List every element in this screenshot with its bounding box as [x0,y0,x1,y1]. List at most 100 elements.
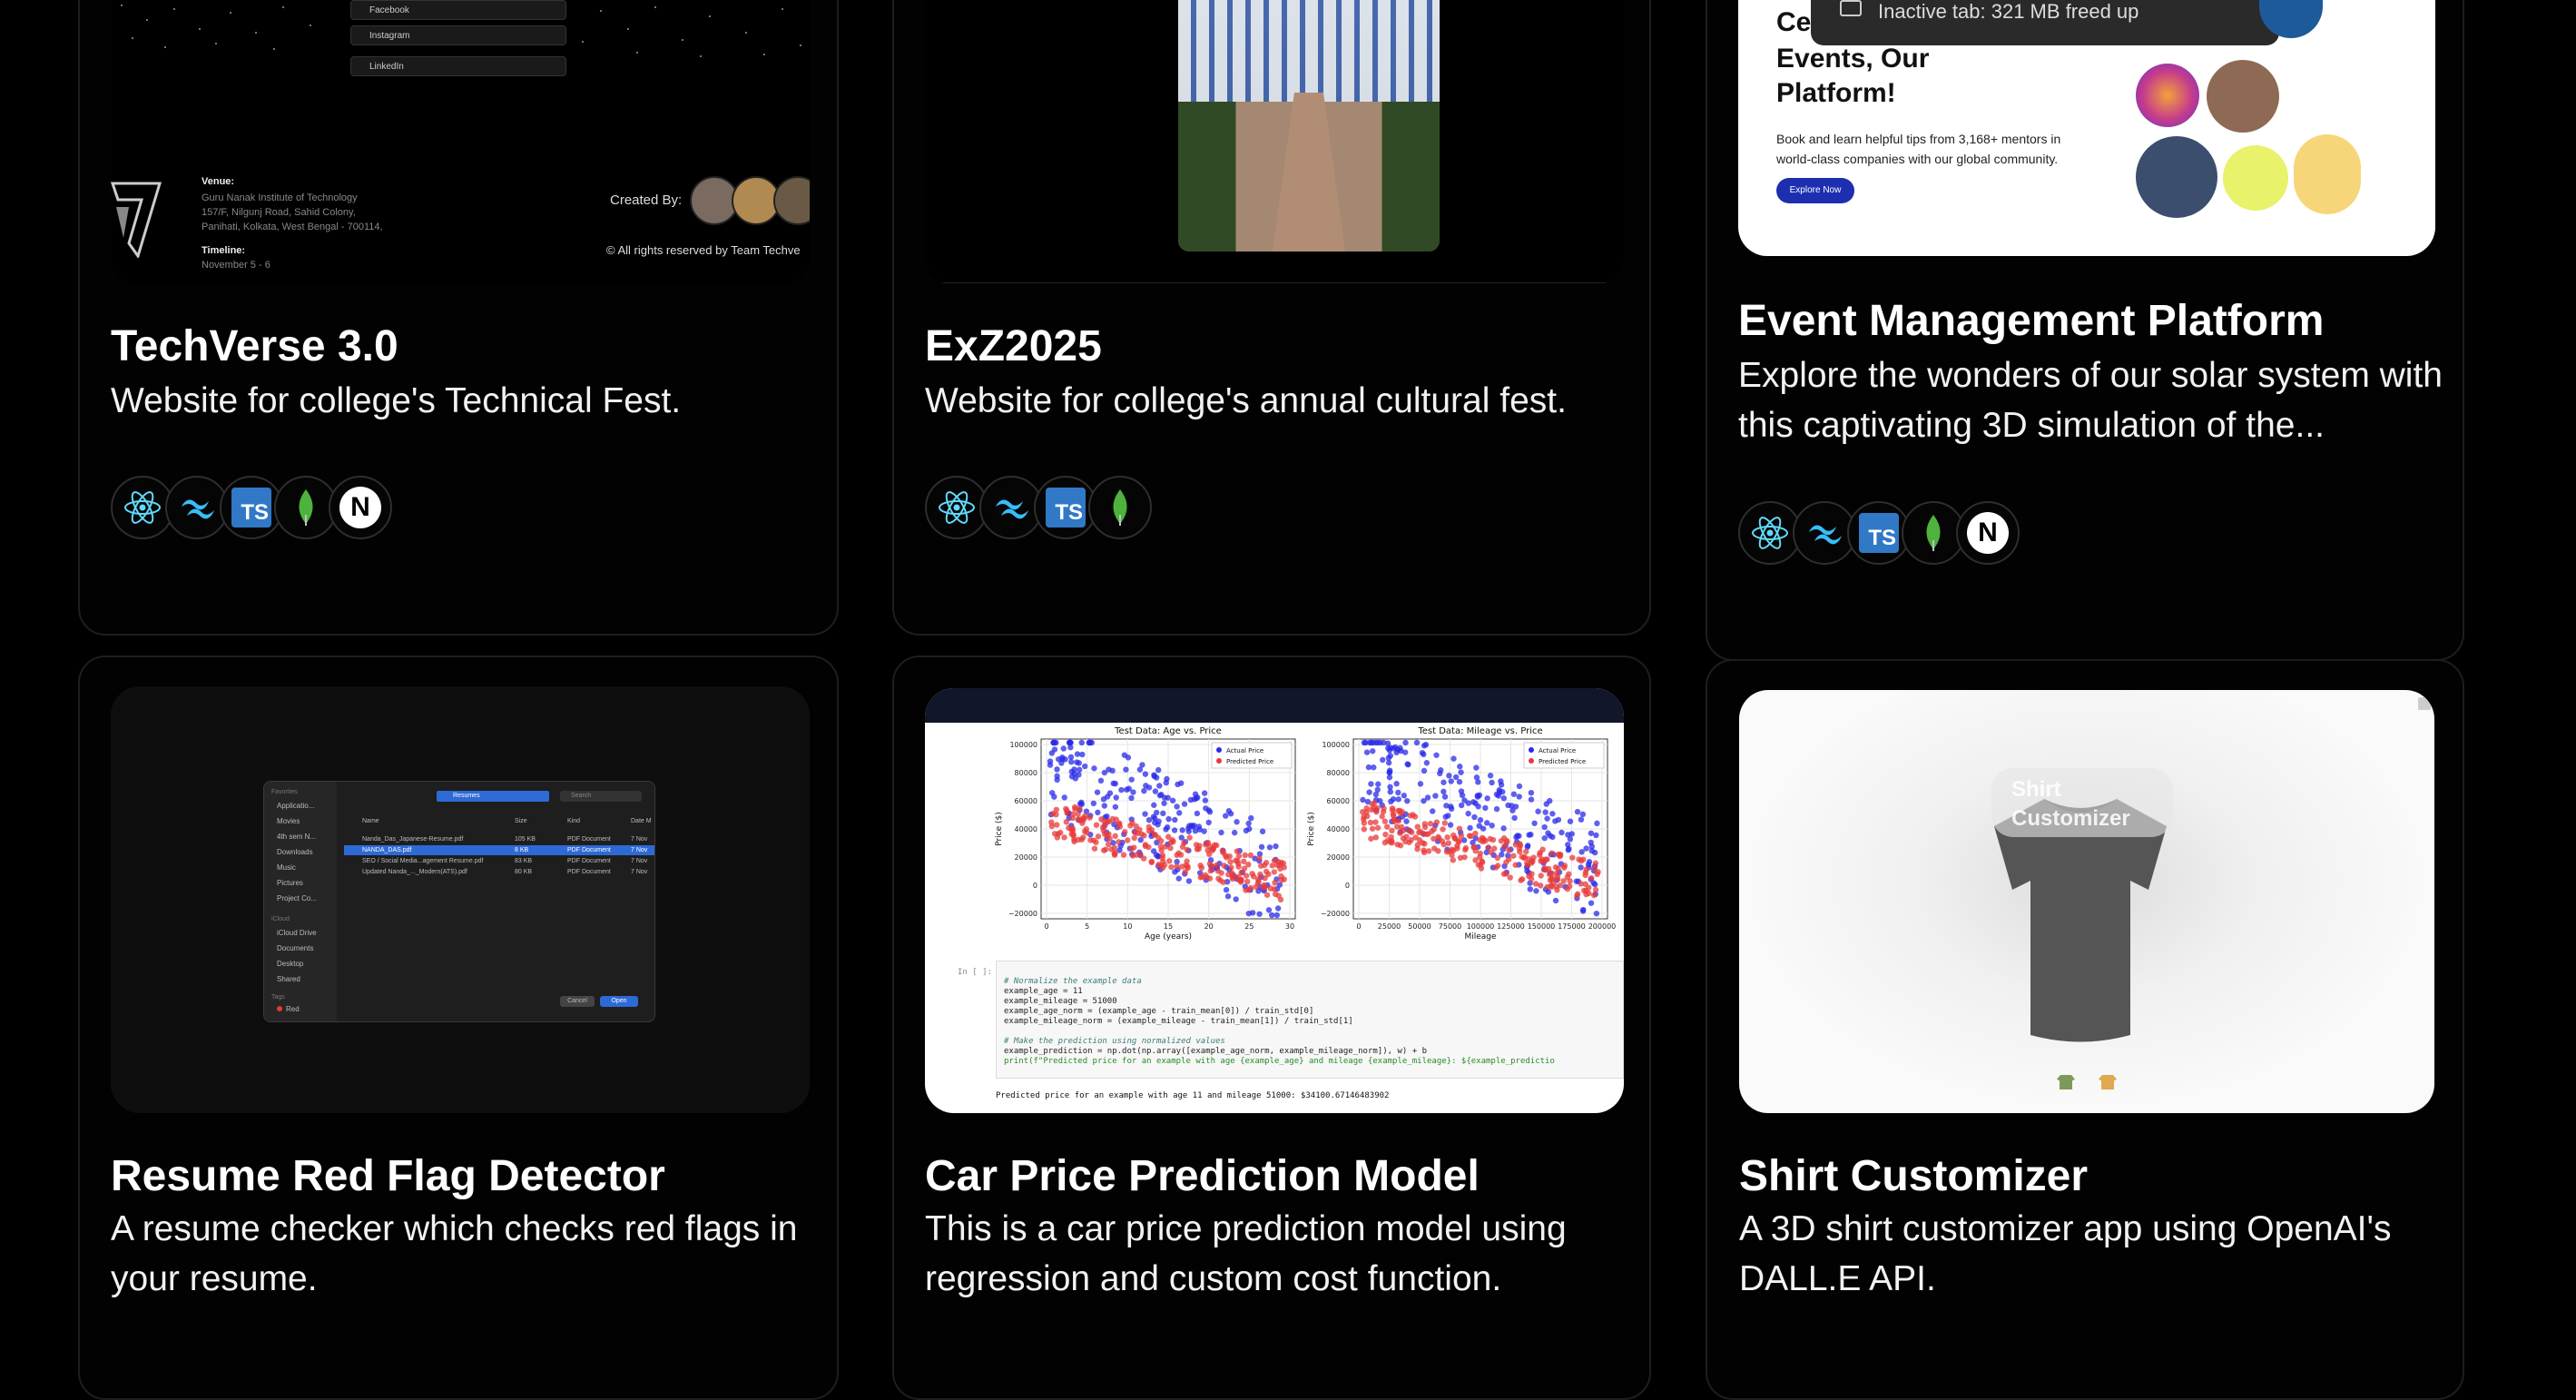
open-button[interactable]: Open [600,996,638,1007]
predicted-price-point [1594,871,1600,878]
actual-price-point [1484,795,1490,802]
actual-price-point [1362,739,1369,746]
predicted-price-point [1206,861,1214,867]
predicted-price-point [1184,846,1190,853]
actual-price-point [1273,912,1281,919]
predicted-price-point [1456,825,1463,832]
full-shirt-icon[interactable] [2099,1075,2117,1089]
x-tick-label: 150000 [1528,922,1556,931]
actual-price-point [1475,779,1481,785]
sidebar-item[interactable]: Movies [277,817,300,825]
predicted-price-point [1203,842,1209,848]
actual-price-point [1077,766,1083,773]
predicted-price-point [1536,852,1543,858]
actual-price-point [1500,795,1508,802]
actual-price-point [1393,781,1400,787]
column-header-kind[interactable]: Kind [567,818,580,824]
predicted-price-point [1086,814,1093,821]
code-cell-prompt: In [ ]: [958,968,992,977]
sidebar-item[interactable]: Documents [277,944,313,952]
actual-price-point [1565,842,1571,848]
explore-now-button[interactable]: Explore Now [1776,178,1854,203]
actual-price-point [1086,739,1093,746]
predicted-price-point [1116,823,1124,830]
legend-label-actual: Actual Price [1539,747,1576,754]
file-row[interactable]: Updated Nanda_..._Modern(ATS).pdf 80 KB PD… [344,867,654,877]
y-axis-label: Price ($) [1307,812,1316,846]
predicted-price-point [1427,821,1434,827]
corner-tab[interactable] [2418,697,2431,710]
file-row[interactable]: Nanda_Das_Japanese-Resume.pdf 105 KB PDF D… [344,834,654,844]
rights-text: © All rights reserved by Team Techve [606,243,801,257]
sidebar-item[interactable]: Project Co... [277,894,317,902]
predicted-price-point [1116,839,1122,845]
campus-photo [1178,0,1440,251]
project-card-resume-red-flag[interactable]: Favorites Applicatio... Movies 4th sem N… [78,656,839,1400]
predicted-price-point [1242,852,1248,859]
sidebar-item[interactable]: 4th sem N... [277,833,316,841]
sidebar-item[interactable]: Downloads [277,848,313,856]
predicted-price-point [1549,876,1555,882]
predicted-price-point [1271,869,1278,875]
actual-price-point [1051,746,1058,753]
x-tick-label: 30 [1285,922,1294,931]
column-header-name[interactable]: Name [362,818,379,824]
cancel-button[interactable]: Cancel [560,996,595,1007]
y-tick-label: 80000 [1015,769,1037,777]
social-link-linkedin[interactable]: LinkedIn [350,56,566,76]
predicted-price-point [1241,858,1247,864]
actual-price-point [1227,811,1234,817]
actual-price-point [1422,741,1430,748]
actual-price-point [1274,905,1282,912]
sidebar-item[interactable]: Shared [277,975,300,983]
project-description: A 3D shirt customizer app using OpenAI's… [1739,1209,2392,1298]
predicted-price-point [1557,882,1564,889]
predicted-price-point [1523,848,1529,855]
actual-price-point [1509,803,1515,809]
actual-price-point [1090,800,1097,807]
predicted-price-point [1549,870,1555,877]
file-row[interactable]: SEO / Social Media...agement Resume.pdf 8… [344,856,654,866]
actual-price-point [1579,811,1587,818]
sidebar-item[interactable]: Desktop [277,960,303,968]
project-title: Car Price Prediction Model [925,1152,1480,1200]
predicted-price-point [1433,819,1440,825]
actual-price-point [1579,908,1587,914]
timeline-value: November 5 - 6 [202,260,270,271]
column-header-date[interactable]: Date M [631,818,652,824]
actual-price-point [1424,794,1431,801]
social-link-instagram[interactable]: Instagram [350,25,566,45]
logo-shirt-icon[interactable] [2057,1075,2075,1089]
sidebar-item[interactable]: Music [277,863,296,872]
predicted-price-point [1402,838,1409,845]
actual-price-point [1386,747,1393,754]
project-card-exz2025[interactable]: ExZ2025 Website for college's annual cul… [892,0,1651,636]
project-card-shirt-customizer[interactable]: Shirt Customizer Shirt Customizer A 3D s… [1706,659,2464,1400]
actual-price-point [1172,816,1178,823]
column-header-size[interactable]: Size [515,818,527,824]
actual-price-point [1100,796,1107,803]
tag-red[interactable]: Red [277,1005,300,1013]
actual-price-point [1185,828,1192,834]
actual-price-point [1222,813,1229,819]
search-input[interactable]: Search [560,791,642,802]
location-select[interactable]: Resumes [437,791,549,802]
actual-price-point [1205,819,1212,826]
sidebar-item[interactable]: Applicatio... [277,802,314,810]
y-tick-label: 60000 [1015,797,1037,805]
actual-price-point [1528,796,1535,803]
predicted-price-point [1561,864,1568,871]
predicted-price-point [1414,823,1421,830]
project-card-techverse[interactable]: Facebook Instagram LinkedIn Venue: Guru … [78,0,839,636]
predicted-price-point [1051,831,1058,837]
sidebar-item[interactable]: iCloud Drive [277,929,317,937]
file-row-selected[interactable]: NANDA_DAS.pdf 8 KB PDF Document 7 Nov [344,845,654,855]
sidebar-item[interactable]: Pictures [277,879,303,887]
social-link-facebook[interactable]: Facebook [350,0,566,20]
x-axis-label: Mileage [1464,932,1497,942]
project-card-event-management[interactable]: Inactive tab: 321 MB freed up Ce Events,… [1706,0,2464,661]
predicted-price-point [1488,849,1495,856]
project-card-car-price[interactable]: Test Data: Age vs. Price 100000 80000 60000… [892,656,1651,1400]
actual-price-point [1068,759,1075,765]
hero-heading-line: Events, Our [1776,44,1930,74]
